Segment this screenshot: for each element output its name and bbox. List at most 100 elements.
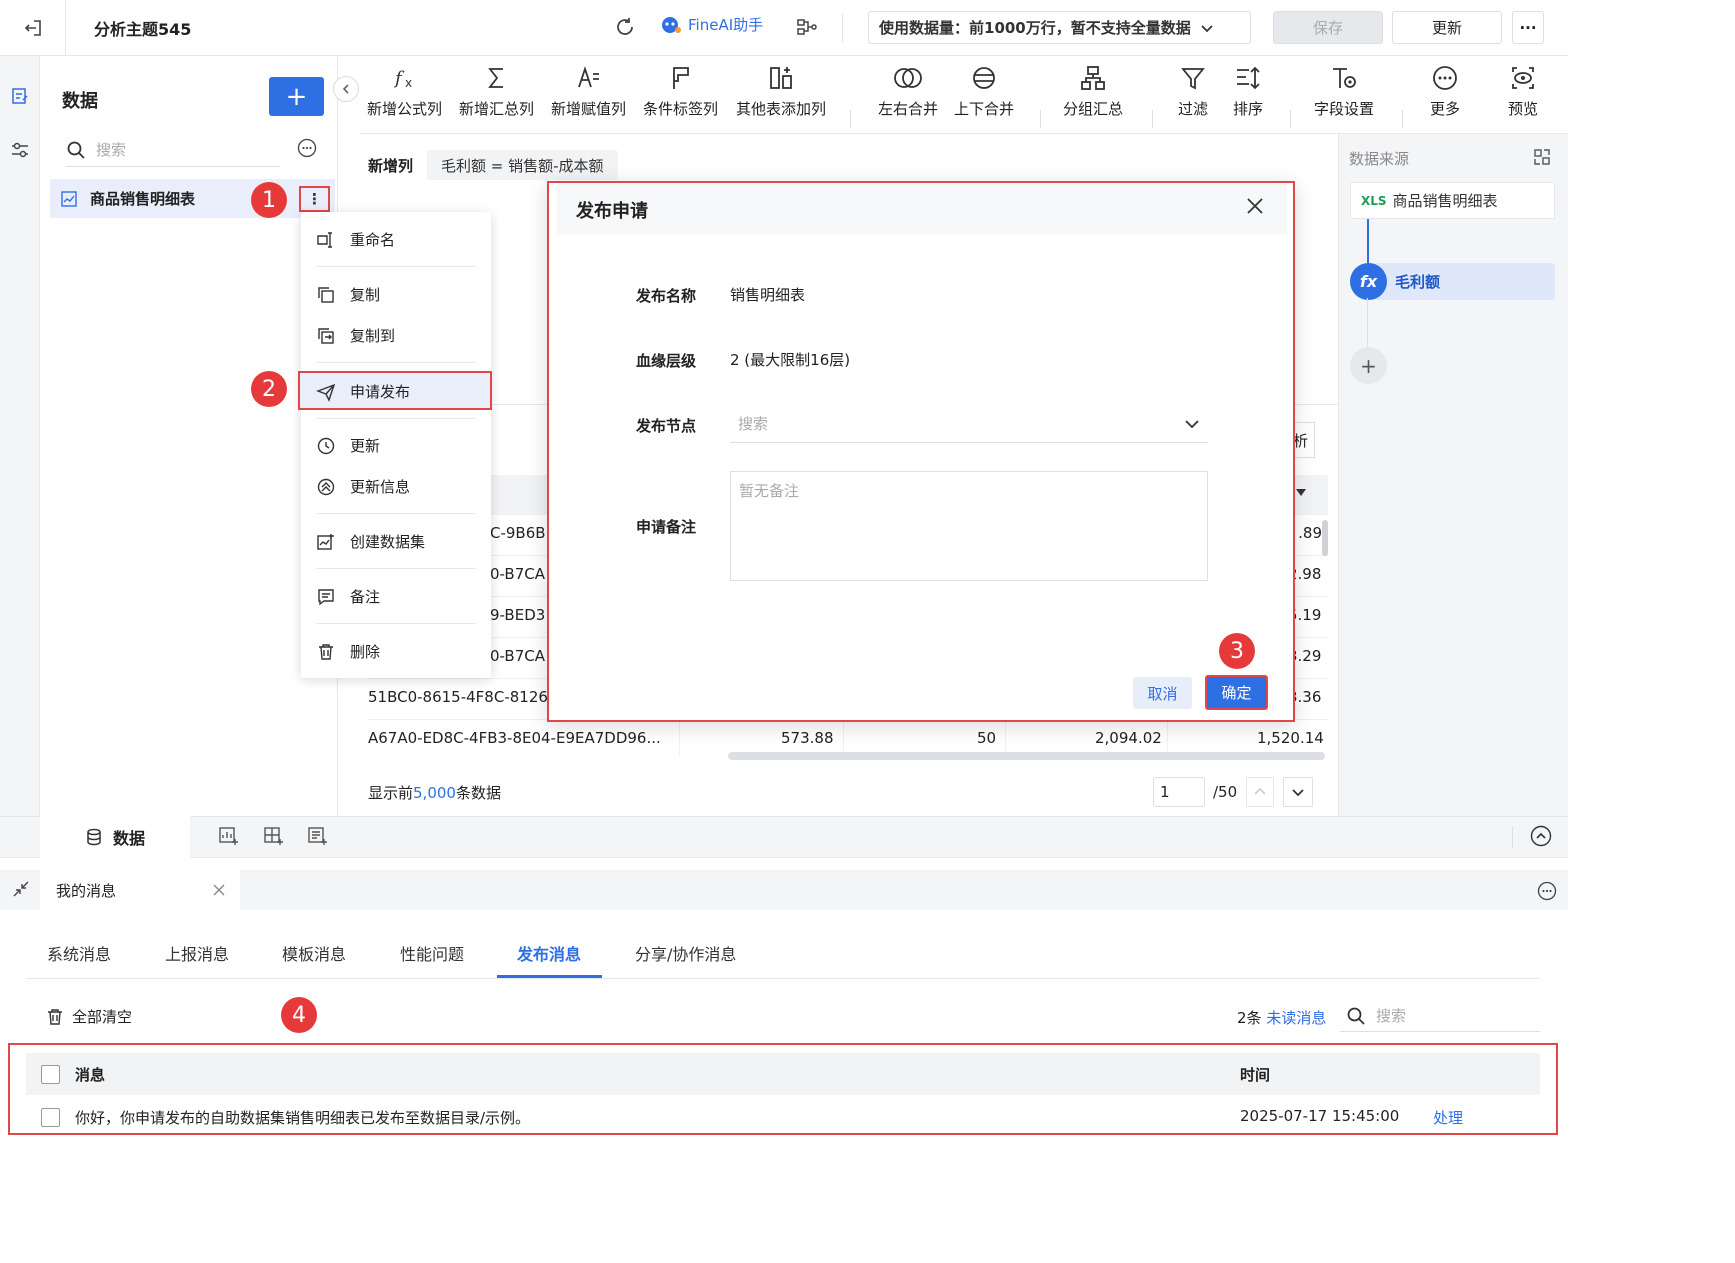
- trash-icon: [319, 643, 333, 660]
- menu-item-note[interactable]: 备注: [316, 586, 380, 607]
- divider: [842, 14, 843, 42]
- menu-item-rename[interactable]: 重命名: [316, 229, 395, 250]
- add-step-button[interactable]: +: [1350, 347, 1387, 384]
- more-circle-icon: [1433, 66, 1457, 90]
- my-messages-label: 我的消息: [56, 881, 117, 900]
- filter-icon: [1181, 68, 1205, 90]
- add-component-icon[interactable]: [218, 826, 240, 846]
- more-circle-icon[interactable]: [1537, 881, 1557, 901]
- data-search-input[interactable]: 搜索: [66, 133, 280, 167]
- dataset-item[interactable]: 商品销售明细表: [50, 179, 335, 218]
- horizontal-scrollbar[interactable]: [728, 752, 1325, 760]
- toolbar-divider: [1040, 110, 1041, 128]
- new-column-formula[interactable]: 毛利额 = 销售额-成本额: [427, 150, 618, 180]
- vertical-scrollbar[interactable]: [1322, 520, 1328, 556]
- unread-link[interactable]: 未读消息: [1266, 1009, 1326, 1027]
- more-options-button[interactable]: ···: [1512, 11, 1544, 44]
- search-more-icon[interactable]: [297, 138, 317, 158]
- menu-item-update-info[interactable]: 更新信息: [316, 476, 410, 497]
- field-label-lineage-level: 血缘层级: [636, 352, 697, 370]
- tool-add-summary-column[interactable]: 新增汇总列: [459, 64, 534, 119]
- exit-button[interactable]: [0, 0, 66, 56]
- tool-add-assign-column[interactable]: 新增赋值列: [551, 64, 626, 119]
- confirm-button[interactable]: 确定: [1205, 675, 1268, 710]
- collapse-icon[interactable]: [12, 880, 30, 898]
- lineage-connector: [1367, 298, 1368, 348]
- field-label-publish-node: 发布节点: [636, 417, 697, 435]
- field-value-lineage-level: 2 (最大限制16层): [730, 351, 851, 369]
- table-cell: 1,520.14: [1257, 729, 1324, 747]
- tab-template-messages[interactable]: 模板消息: [282, 941, 346, 965]
- menu-item-create-dataset[interactable]: 创建数据集: [316, 531, 425, 552]
- save-button[interactable]: 保存: [1273, 11, 1383, 44]
- tab-publish-messages[interactable]: 发布消息: [517, 941, 581, 965]
- tab-my-messages[interactable]: 我的消息: [40, 870, 240, 910]
- add-data-button[interactable]: +: [269, 77, 324, 116]
- row-checkbox[interactable]: [41, 1108, 60, 1127]
- menu-item-copy[interactable]: 复制: [316, 284, 380, 305]
- tool-union[interactable]: 上下合并: [954, 64, 1014, 119]
- handle-link[interactable]: 处理: [1433, 1107, 1463, 1128]
- col-divider: [679, 719, 680, 757]
- clear-all-button[interactable]: 全部清空: [46, 1006, 132, 1027]
- menu-item-update[interactable]: 更新: [316, 435, 380, 456]
- close-icon[interactable]: [1245, 196, 1265, 216]
- sort-caret-icon[interactable]: [1296, 489, 1306, 496]
- page-number-input[interactable]: 1: [1153, 777, 1205, 807]
- update-button[interactable]: 更新: [1392, 11, 1502, 44]
- formula-node[interactable]: fx 毛利额: [1350, 263, 1555, 300]
- rename-icon: [317, 231, 332, 248]
- tab-data[interactable]: 数据: [40, 816, 190, 858]
- tool-preview[interactable]: 预览: [1508, 64, 1538, 119]
- create-dataset-icon: [317, 533, 334, 550]
- refresh-icon[interactable]: [614, 16, 636, 38]
- menu-item-request-publish[interactable]: 申请发布: [298, 371, 492, 410]
- source-node[interactable]: XLS 商品销售明细表: [1350, 182, 1555, 219]
- menu-divider: [316, 623, 476, 624]
- update-info-icon: [317, 478, 335, 495]
- table-cell: 9-BED3: [490, 606, 546, 624]
- dataset-name: 商品销售明细表: [90, 190, 196, 208]
- tab-performance-issues[interactable]: 性能问题: [400, 941, 464, 965]
- layout-switch-icon[interactable]: [1533, 148, 1551, 166]
- tool-add-column-from-table[interactable]: 其他表添加列: [736, 64, 826, 119]
- tool-filter[interactable]: 过滤: [1178, 64, 1208, 119]
- tool-group-summary[interactable]: 分组汇总: [1063, 64, 1123, 119]
- tab-system-messages[interactable]: 系统消息: [47, 941, 111, 965]
- left-rail: [0, 56, 40, 816]
- select-all-checkbox[interactable]: [41, 1065, 60, 1084]
- lineage-icon[interactable]: [796, 16, 818, 38]
- tool-condition-tag-column[interactable]: 条件标签列: [643, 64, 718, 119]
- field-label-remark: 申请备注: [636, 518, 697, 536]
- tool-sort[interactable]: 排序: [1233, 64, 1263, 119]
- fineai-assistant-button[interactable]: FineAI助手: [660, 14, 763, 35]
- tool-more[interactable]: 更多: [1430, 64, 1460, 119]
- settings-sliders-icon[interactable]: [10, 140, 30, 160]
- add-report-icon[interactable]: [307, 826, 329, 846]
- tabs-divider: [26, 978, 1540, 979]
- tool-left-right-join[interactable]: 左右合并: [878, 64, 938, 119]
- dataset-more-button[interactable]: ⋮: [299, 186, 330, 212]
- page-down-button[interactable]: [1283, 777, 1313, 807]
- menu-item-request-publish-content: 申请发布: [316, 381, 410, 402]
- tool-field-settings[interactable]: 字段设置: [1314, 64, 1374, 119]
- edit-data-icon[interactable]: [10, 86, 30, 106]
- collapse-panel-button[interactable]: [333, 76, 359, 102]
- menu-item-copy-to[interactable]: 复制到: [316, 325, 395, 346]
- table-cell: A67A0-ED8C-4FB3-8E04-E9EA7DD96...: [368, 729, 661, 747]
- message-search-input[interactable]: 搜索: [1340, 1000, 1540, 1032]
- cancel-button[interactable]: 取消: [1133, 677, 1192, 709]
- add-dashboard-icon[interactable]: [263, 826, 285, 846]
- page-up-button[interactable]: [1246, 777, 1274, 807]
- tab-report-messages[interactable]: 上报消息: [165, 941, 229, 965]
- chart-table-icon: [61, 190, 77, 207]
- menu-divider: [316, 568, 476, 569]
- expand-up-icon[interactable]: [1530, 825, 1552, 847]
- flag-icon: [672, 67, 689, 89]
- publish-node-select[interactable]: 搜索: [730, 405, 1208, 443]
- menu-item-delete[interactable]: 删除: [316, 641, 380, 662]
- tool-add-formula-column[interactable]: fx 新增公式列: [367, 64, 442, 119]
- tab-share-collab-messages[interactable]: 分享/协作消息: [635, 941, 736, 965]
- remark-textarea[interactable]: 暂无备注: [730, 471, 1208, 581]
- data-scope-select[interactable]: 使用数据量：前1000万行，暂不支持全量数据: [868, 11, 1251, 44]
